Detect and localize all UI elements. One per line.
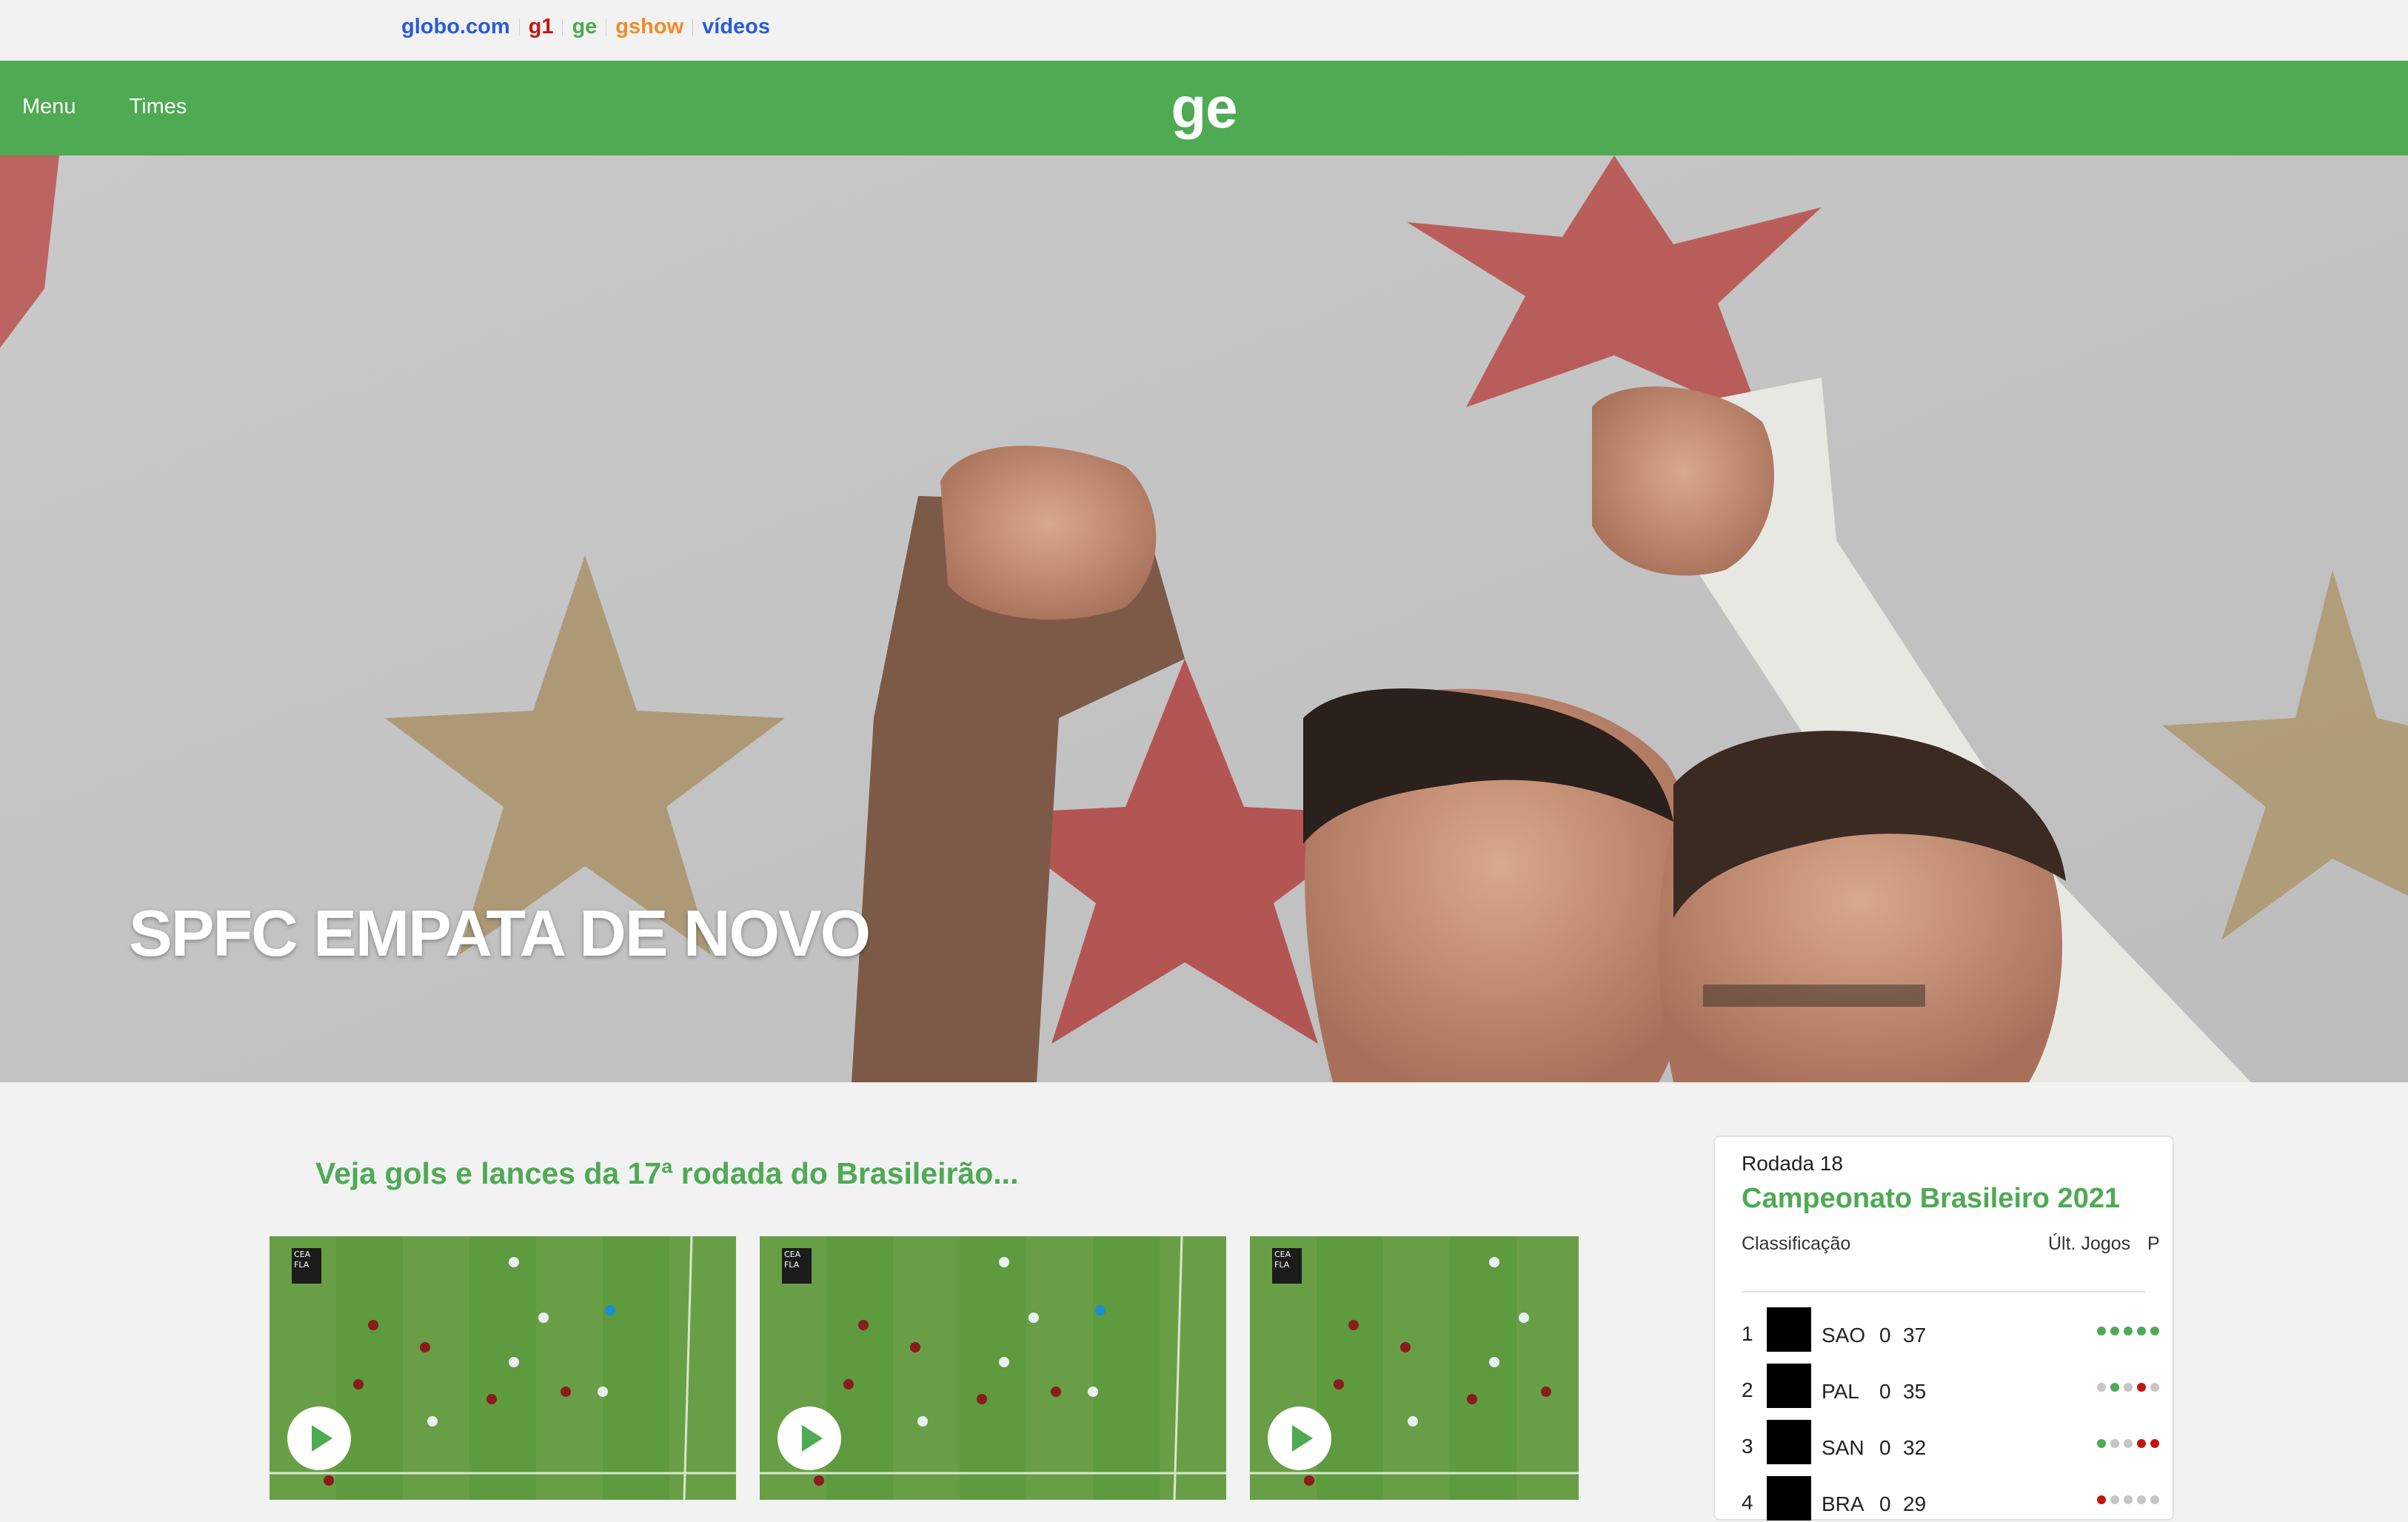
site-header: Menu Times ge [0, 61, 2408, 155]
result-dot-icon [2124, 1439, 2133, 1448]
result-dot-icon [2137, 1495, 2146, 1504]
team-abbreviation: SAN [1822, 1436, 1864, 1459]
result-dot-icon [2124, 1327, 2133, 1335]
championship-title[interactable]: Campeonato Brasileiro 2021 [1742, 1183, 2120, 1215]
team-crest-icon [1767, 1307, 1811, 1352]
nav-separator [692, 19, 694, 36]
last-games-dots [2097, 1383, 2159, 1392]
global-nav-link[interactable]: ge [572, 15, 597, 39]
result-dot-icon [2150, 1439, 2159, 1448]
team-abbreviation: BRA [1822, 1492, 1864, 1515]
videos-section-title[interactable]: Veja gols e lances da 17ª rodada do Bras… [315, 1156, 1018, 1191]
play-icon[interactable] [1268, 1407, 1331, 1470]
result-dot-icon [2150, 1495, 2159, 1504]
team-abbreviation: PAL [1822, 1380, 1859, 1403]
result-dot-icon [2150, 1327, 2159, 1335]
result-dot-icon [2137, 1383, 2146, 1392]
nav-separator [518, 19, 520, 36]
result-dot-icon [2110, 1439, 2119, 1448]
global-nav-link[interactable]: gshow [615, 15, 683, 39]
team-crest-icon [1767, 1364, 1811, 1408]
standings-row[interactable]: 4 BRA 0 29 [1742, 1476, 2159, 1522]
team-games: 0 [1879, 1436, 1891, 1459]
result-dot-icon [2097, 1495, 2106, 1504]
global-nav-link[interactable]: globo.com [401, 15, 510, 39]
team-position: 2 [1742, 1378, 1753, 1401]
global-topbar: globo.com g1 ge gshow vídeos [0, 0, 2408, 61]
result-dot-icon [2150, 1383, 2159, 1392]
result-dot-icon [2097, 1327, 2106, 1335]
result-dot-icon [2110, 1383, 2119, 1392]
ge-logo[interactable]: ge [0, 74, 2408, 141]
play-icon[interactable] [777, 1407, 841, 1470]
result-dot-icon [2124, 1383, 2133, 1392]
nav-separator [562, 19, 563, 36]
round-label: Rodada 18 [1742, 1152, 1844, 1175]
standings-row[interactable]: 3 SAN 0 32 [1742, 1420, 2159, 1466]
global-nav-link[interactable]: g1 [529, 15, 554, 39]
score-overlay: CEA FLA [292, 1248, 321, 1284]
result-dot-icon [2124, 1495, 2133, 1504]
points-header: P [2147, 1233, 2160, 1254]
standings-row[interactable]: 1 SAO 0 37 [1742, 1307, 2159, 1353]
team-position: 1 [1742, 1322, 1753, 1345]
result-dot-icon [2097, 1439, 2106, 1448]
score-overlay: CEA FLA [1272, 1248, 1302, 1284]
team-position: 4 [1742, 1491, 1753, 1514]
last-games-dots [2097, 1439, 2159, 1448]
global-nav-link[interactable]: vídeos [702, 15, 770, 39]
team-games: 0 [1879, 1324, 1891, 1347]
last-games-header: Últ. Jogos [2048, 1233, 2131, 1254]
video-thumb-1[interactable]: CEA FLA [270, 1236, 736, 1500]
hero-headline[interactable]: SPFC EMPATA DE NOVO [129, 896, 871, 971]
play-icon[interactable] [287, 1407, 351, 1470]
result-dot-icon [2137, 1439, 2146, 1448]
team-abbreviation: SAO [1822, 1324, 1866, 1347]
team-points: 32 [1903, 1436, 1927, 1459]
standings-widget: Rodada 18 Campeonato Brasileiro 2021 Cla… [1713, 1136, 2174, 1521]
hero-banner[interactable]: SPFC EMPATA DE NOVO [0, 155, 2408, 1082]
last-games-dots [2097, 1327, 2159, 1335]
video-thumb-2[interactable]: CEA FLA [760, 1236, 1226, 1500]
standings-row[interactable]: 2 PAL 0 35 [1742, 1364, 2159, 1409]
result-dot-icon [2110, 1327, 2119, 1335]
result-dot-icon [2110, 1495, 2119, 1504]
classification-header: Classificação [1742, 1233, 1851, 1254]
last-games-dots [2097, 1495, 2159, 1504]
score-overlay: CEA FLA [782, 1248, 812, 1284]
team-position: 3 [1742, 1435, 1753, 1458]
team-crest-icon [1767, 1420, 1811, 1464]
team-games: 0 [1879, 1492, 1891, 1515]
team-games: 0 [1879, 1380, 1891, 1403]
global-nav: globo.com g1 ge gshow vídeos [401, 15, 770, 39]
result-dot-icon [2097, 1383, 2106, 1392]
team-points: 29 [1903, 1492, 1927, 1515]
result-dot-icon [2137, 1327, 2146, 1335]
divider [1742, 1291, 2146, 1293]
team-points: 37 [1903, 1324, 1927, 1347]
video-thumb-3[interactable]: CEA FLA [1250, 1236, 1579, 1500]
team-crest-icon [1767, 1476, 1811, 1521]
team-points: 35 [1903, 1380, 1927, 1403]
